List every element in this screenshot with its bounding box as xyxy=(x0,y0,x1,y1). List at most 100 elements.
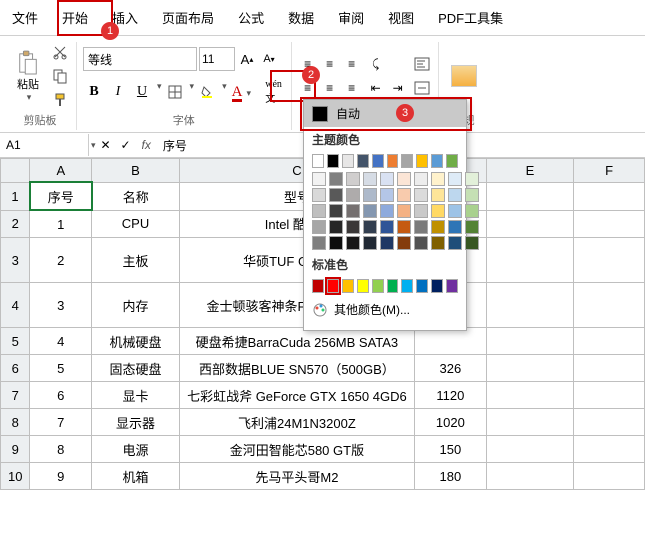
color-swatch[interactable] xyxy=(414,204,428,218)
color-swatch[interactable] xyxy=(401,154,413,168)
color-swatch[interactable] xyxy=(363,236,377,250)
color-swatch[interactable] xyxy=(448,172,462,186)
color-swatch[interactable] xyxy=(346,188,360,202)
grow-font-button[interactable]: A▴ xyxy=(237,49,257,69)
color-swatch[interactable] xyxy=(414,172,428,186)
more-colors-item[interactable]: 其他颜色(M)... xyxy=(304,295,466,324)
color-swatch[interactable] xyxy=(380,236,394,250)
chevron-down-icon[interactable]: ▾ xyxy=(190,81,195,105)
cell[interactable]: 硬盘希捷BarraCuda 256MB SATA3 xyxy=(179,328,414,355)
font-color-button[interactable]: A▾ xyxy=(229,81,261,105)
color-swatch[interactable] xyxy=(448,204,462,218)
color-swatch[interactable] xyxy=(431,154,443,168)
cell[interactable]: 180 xyxy=(414,463,486,490)
color-swatch[interactable] xyxy=(329,204,343,218)
auto-color-item[interactable]: 自动 xyxy=(304,100,466,127)
fx-icon[interactable]: fx xyxy=(136,138,157,152)
color-swatch[interactable] xyxy=(446,279,458,293)
col-header[interactable]: A xyxy=(30,159,92,183)
menu-pdf[interactable]: PDF工具集 xyxy=(426,0,515,35)
cell[interactable]: 8 xyxy=(30,436,92,463)
cut-button[interactable] xyxy=(50,42,70,62)
cell[interactable] xyxy=(574,238,645,283)
cell[interactable] xyxy=(486,210,574,238)
color-swatch[interactable] xyxy=(448,236,462,250)
cell[interactable]: 机械硬盘 xyxy=(92,328,180,355)
color-swatch[interactable] xyxy=(380,220,394,234)
cell[interactable]: 9 xyxy=(30,463,92,490)
cell[interactable]: 5 xyxy=(30,355,92,382)
align-bottom-button[interactable]: ≡ xyxy=(342,54,362,74)
cell[interactable] xyxy=(574,182,645,210)
color-swatch[interactable] xyxy=(465,220,479,234)
copy-button[interactable] xyxy=(50,66,70,86)
col-header[interactable]: B xyxy=(92,159,180,183)
menu-file[interactable]: 文件 xyxy=(0,0,50,35)
color-swatch[interactable] xyxy=(387,154,399,168)
color-swatch[interactable] xyxy=(431,279,443,293)
align-middle-button[interactable]: ≡ xyxy=(320,54,340,74)
cell[interactable]: 4 xyxy=(30,328,92,355)
cell[interactable]: 7 xyxy=(30,409,92,436)
color-swatch[interactable] xyxy=(416,154,428,168)
align-center-button[interactable]: ≡ xyxy=(320,78,340,98)
chevron-down-icon[interactable]: ▾ xyxy=(157,81,162,105)
cell[interactable]: 电源 xyxy=(92,436,180,463)
color-swatch[interactable] xyxy=(414,188,428,202)
row-header[interactable]: 6 xyxy=(1,355,30,382)
row-header[interactable]: 5 xyxy=(1,328,30,355)
cell[interactable] xyxy=(414,328,486,355)
row-header[interactable]: 3 xyxy=(1,238,30,283)
row-header[interactable]: 1 xyxy=(1,182,30,210)
cell[interactable]: 显卡 xyxy=(92,382,180,409)
cell[interactable]: 内存 xyxy=(92,283,180,328)
border-button[interactable] xyxy=(164,81,186,103)
col-header[interactable]: E xyxy=(486,159,574,183)
color-swatch[interactable] xyxy=(380,172,394,186)
align-top-button[interactable]: ≡ xyxy=(298,54,318,74)
color-swatch[interactable] xyxy=(312,188,326,202)
shrink-font-button[interactable]: A▾ xyxy=(259,49,279,69)
color-swatch[interactable] xyxy=(397,188,411,202)
row-header[interactable]: 2 xyxy=(1,210,30,238)
align-right-button[interactable]: ≡ xyxy=(342,78,362,98)
color-swatch[interactable] xyxy=(431,188,445,202)
font-size-input[interactable] xyxy=(199,47,235,71)
color-swatch[interactable] xyxy=(363,172,377,186)
color-swatch[interactable] xyxy=(342,154,354,168)
format-painter-button[interactable] xyxy=(50,90,70,110)
color-swatch[interactable] xyxy=(312,279,324,293)
cell[interactable]: 主板 xyxy=(92,238,180,283)
color-swatch[interactable] xyxy=(397,172,411,186)
merge-button[interactable] xyxy=(412,78,432,98)
fill-color-button[interactable] xyxy=(196,81,218,103)
color-swatch[interactable] xyxy=(312,154,324,168)
row-header[interactable]: 9 xyxy=(1,436,30,463)
color-swatch[interactable] xyxy=(465,236,479,250)
cell[interactable]: CPU xyxy=(92,210,180,238)
cancel-icon[interactable]: ✕ xyxy=(96,135,116,155)
menu-pagelayout[interactable]: 页面布局 xyxy=(150,0,226,35)
cell[interactable] xyxy=(486,436,574,463)
color-swatch[interactable] xyxy=(312,220,326,234)
color-swatch[interactable] xyxy=(414,220,428,234)
cell[interactable] xyxy=(574,436,645,463)
color-swatch[interactable] xyxy=(329,172,343,186)
font-name-input[interactable] xyxy=(83,47,197,71)
cell[interactable] xyxy=(486,463,574,490)
cell[interactable]: 3 xyxy=(30,283,92,328)
col-header[interactable]: F xyxy=(574,159,645,183)
cell[interactable]: 名称 xyxy=(92,182,180,210)
cell[interactable] xyxy=(486,382,574,409)
cell[interactable] xyxy=(486,355,574,382)
color-swatch[interactable] xyxy=(397,220,411,234)
cell[interactable]: 固态硬盘 xyxy=(92,355,180,382)
color-swatch[interactable] xyxy=(357,154,369,168)
cell[interactable]: 6 xyxy=(30,382,92,409)
cell[interactable]: 西部数据BLUE SN570（500GB） xyxy=(179,355,414,382)
menu-view[interactable]: 视图 xyxy=(376,0,426,35)
menu-formulas[interactable]: 公式 xyxy=(226,0,276,35)
color-swatch[interactable] xyxy=(363,220,377,234)
color-swatch[interactable] xyxy=(363,204,377,218)
color-swatch[interactable] xyxy=(312,172,326,186)
